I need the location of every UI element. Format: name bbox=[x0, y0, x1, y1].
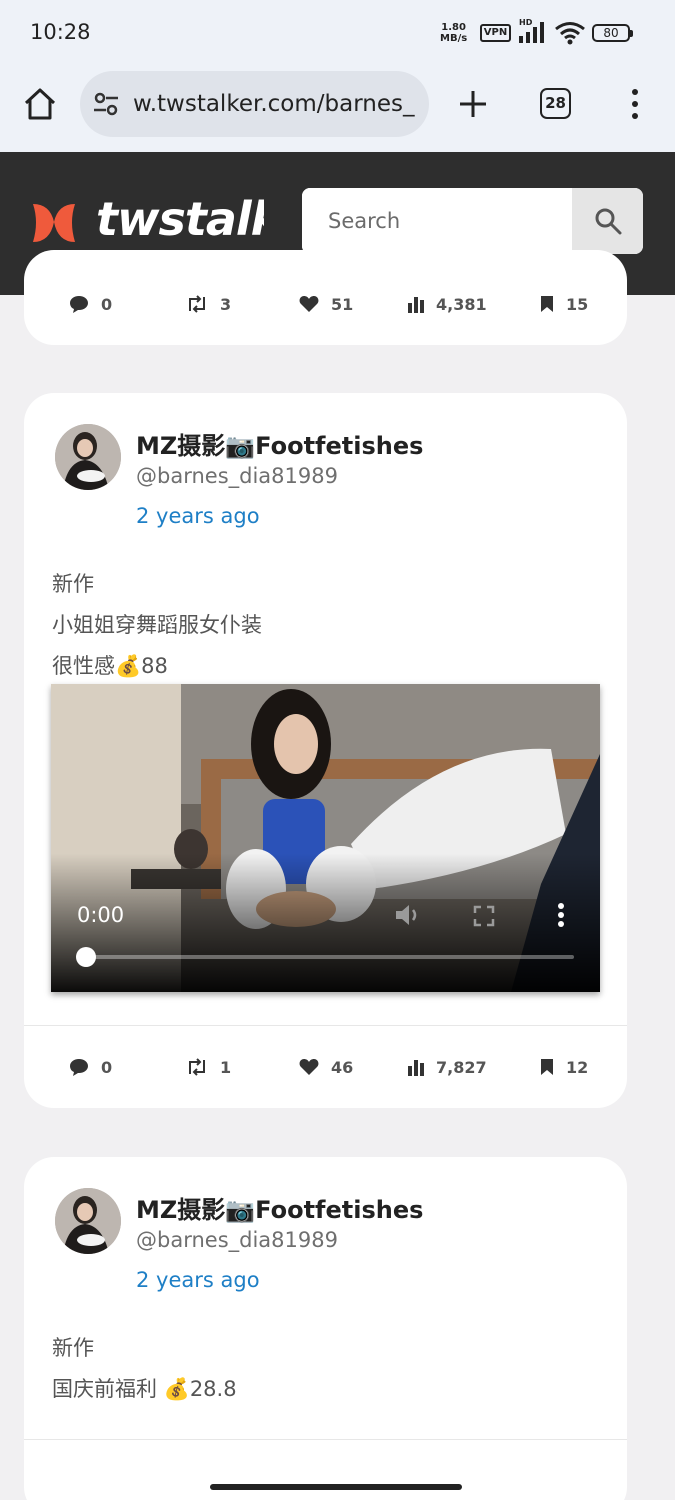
search-icon bbox=[595, 208, 622, 235]
like-count[interactable]: 46 bbox=[299, 1047, 353, 1087]
post-text-line: 国庆前福利 💰28.8 bbox=[52, 1377, 237, 1401]
post-text-line: 新作 bbox=[52, 1336, 94, 1360]
view-count-value: 7,827 bbox=[436, 1057, 487, 1077]
bookmark-count-value: 12 bbox=[566, 1057, 589, 1077]
vpn-icon: VPN bbox=[480, 24, 511, 42]
network-speed-unit: MB/s bbox=[440, 33, 468, 44]
status-bar: 10:28 1.80 MB/s VPN HD 80 bbox=[0, 0, 675, 66]
new-tab-icon[interactable] bbox=[456, 87, 490, 121]
divider bbox=[24, 1439, 627, 1440]
username[interactable]: @barnes_dia81989 bbox=[136, 464, 338, 488]
status-time: 10:28 bbox=[30, 20, 91, 44]
wifi-icon bbox=[555, 22, 585, 45]
views-chart-icon bbox=[408, 297, 424, 313]
tweet-stats: 0 1 46 7,827 12 bbox=[24, 1047, 627, 1087]
avatar[interactable] bbox=[55, 424, 121, 490]
divider bbox=[24, 1025, 627, 1026]
brand-name[interactable]: twstalk bbox=[96, 192, 264, 252]
view-count: 7,827 bbox=[408, 1047, 487, 1087]
search-button[interactable] bbox=[572, 188, 643, 254]
post-time-link[interactable]: 2 years ago bbox=[136, 504, 260, 528]
site-settings-icon[interactable] bbox=[92, 90, 120, 118]
search-input[interactable] bbox=[302, 188, 572, 254]
reply-icon bbox=[70, 1059, 88, 1076]
gesture-home-indicator[interactable] bbox=[210, 1484, 462, 1490]
view-count: 4,381 bbox=[408, 284, 487, 324]
bookmark-count[interactable]: 15 bbox=[540, 284, 588, 324]
like-count[interactable]: 51 bbox=[299, 284, 353, 324]
view-count-value: 4,381 bbox=[436, 294, 487, 314]
browser-toolbar: w.twstalker.com/barnes_ 28 bbox=[0, 66, 675, 152]
home-icon[interactable] bbox=[22, 86, 58, 122]
search-box bbox=[302, 188, 643, 254]
video-player[interactable]: 0:00 bbox=[51, 684, 600, 992]
network-speed: 1.80 MB/s bbox=[440, 22, 467, 44]
reply-icon bbox=[70, 296, 88, 313]
address-bar[interactable]: w.twstalker.com/barnes_ bbox=[80, 71, 429, 137]
bookmark-icon bbox=[541, 1059, 553, 1075]
video-seek-thumb[interactable] bbox=[76, 947, 96, 967]
post-text-line: 很性感💰88 bbox=[52, 654, 168, 678]
network-speed-value: 1.80 bbox=[441, 22, 466, 33]
avatar-image bbox=[55, 1188, 121, 1254]
tab-switcher-button[interactable]: 28 bbox=[540, 88, 571, 119]
retweet-count[interactable]: 3 bbox=[186, 284, 231, 324]
brand-logo-icon[interactable] bbox=[30, 198, 78, 246]
retweet-count[interactable]: 1 bbox=[186, 1047, 231, 1087]
tweet-card-partial: 0 3 51 4,381 15 bbox=[24, 250, 627, 345]
video-current-time: 0:00 bbox=[77, 903, 125, 927]
bookmark-count-value: 15 bbox=[566, 294, 589, 314]
retweet-icon bbox=[189, 1058, 205, 1076]
views-chart-icon bbox=[408, 1060, 424, 1076]
reply-count-value: 0 bbox=[101, 294, 113, 314]
like-count-value: 46 bbox=[331, 1057, 354, 1077]
battery-icon: 80 bbox=[592, 24, 633, 42]
post-time-link[interactable]: 2 years ago bbox=[136, 1268, 260, 1292]
display-name[interactable]: MZ摄影📷Footfetishes bbox=[136, 426, 423, 461]
retweet-count-value: 1 bbox=[220, 1057, 232, 1077]
heart-icon bbox=[299, 296, 319, 312]
tweet-stats: 0 3 51 4,381 15 bbox=[24, 284, 627, 324]
more-options-icon[interactable] bbox=[624, 86, 646, 122]
reply-count[interactable]: 0 bbox=[69, 1047, 112, 1087]
retweet-count-value: 3 bbox=[220, 294, 232, 314]
tweet-card: MZ摄影📷Footfetishes @barnes_dia81989 2 yea… bbox=[24, 1157, 627, 1500]
bookmark-icon bbox=[541, 296, 553, 312]
avatar[interactable] bbox=[55, 1188, 121, 1254]
reply-count-value: 0 bbox=[101, 1057, 113, 1077]
video-seek-bar[interactable] bbox=[86, 955, 574, 959]
retweet-icon bbox=[189, 295, 205, 313]
bookmark-count[interactable]: 12 bbox=[540, 1047, 588, 1087]
post-text-line: 小姐姐穿舞蹈服女仆装 bbox=[52, 613, 262, 637]
url-text[interactable]: w.twstalker.com/barnes_ bbox=[133, 91, 414, 117]
volume-icon[interactable] bbox=[394, 903, 422, 927]
tweet-card: MZ摄影📷Footfetishes @barnes_dia81989 2 yea… bbox=[24, 393, 627, 1108]
video-more-options-icon[interactable] bbox=[557, 902, 565, 928]
avatar-image bbox=[55, 424, 121, 490]
like-count-value: 51 bbox=[331, 294, 354, 314]
reply-count[interactable]: 0 bbox=[69, 284, 112, 324]
username[interactable]: @barnes_dia81989 bbox=[136, 1228, 338, 1252]
display-name[interactable]: MZ摄影📷Footfetishes bbox=[136, 1190, 423, 1225]
post-text-line: 新作 bbox=[52, 572, 94, 596]
video-frame bbox=[51, 684, 600, 992]
heart-icon bbox=[299, 1059, 319, 1075]
cellular-signal-icon bbox=[519, 22, 544, 43]
fullscreen-icon[interactable] bbox=[473, 905, 495, 927]
